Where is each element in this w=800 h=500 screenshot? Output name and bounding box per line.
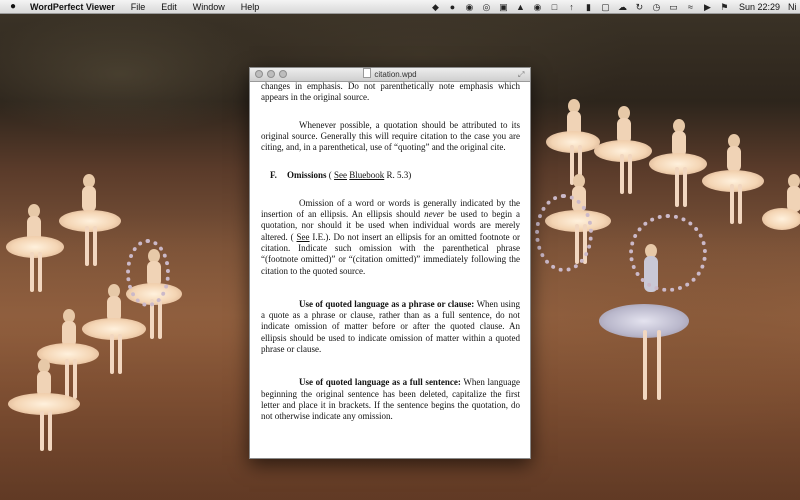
evernote-icon[interactable]: ◆	[429, 2, 442, 12]
p3-never: never	[424, 209, 445, 220]
chat-icon[interactable]: ▣	[497, 2, 510, 12]
section-heading-omissions: F. Omissions ( See Bluebook R. 5.3)	[261, 170, 520, 181]
heading-word: Omissions	[287, 170, 327, 181]
menu-user[interactable]: Ni	[788, 2, 800, 12]
volume-icon[interactable]: ▶	[701, 2, 714, 12]
message-icon[interactable]: ▢	[599, 2, 612, 12]
p4-bold: Use of quoted language as a phrase or cl…	[299, 298, 475, 309]
menu-help[interactable]: Help	[233, 2, 268, 12]
paragraph-phrase-clause: Use of quoted language as a phrase or cl…	[261, 299, 520, 355]
menu-bar: ● WordPerfect Viewer File Edit Window He…	[0, 0, 800, 14]
p5-bold: Use of quoted language as a full sentenc…	[299, 377, 461, 388]
paragraph-omission: Omission of a word or words is generally…	[261, 198, 520, 277]
screen-icon[interactable]: □	[548, 2, 561, 12]
cloud-icon[interactable]: ☁	[616, 2, 629, 12]
eye-icon[interactable]: ◉	[531, 2, 544, 12]
record-icon[interactable]: ◎	[480, 2, 493, 12]
battery-icon[interactable]: ▮	[582, 2, 595, 12]
window-title: citation.wpd	[250, 68, 530, 82]
clock-icon[interactable]: ◷	[650, 2, 663, 12]
p3-see: See	[296, 231, 310, 242]
wifi-icon[interactable]: ≈	[684, 2, 697, 12]
menu-clock[interactable]: Sun 22:29	[739, 2, 780, 12]
paragraph-full-sentence: Use of quoted language as a full sentenc…	[261, 377, 520, 422]
display-icon[interactable]: ▭	[667, 2, 680, 12]
upload-icon[interactable]: ↑	[565, 2, 578, 12]
fullscreen-icon[interactable]: ⤢	[518, 71, 526, 79]
document-icon	[363, 68, 372, 78]
menu-app-name[interactable]: WordPerfect Viewer	[22, 2, 123, 12]
paragraph-emphasis: changes in emphasis. Do not parenthetica…	[261, 82, 520, 103]
window-titlebar[interactable]: citation.wpd ⤢	[250, 68, 530, 82]
heading-see: See	[334, 170, 348, 181]
sync-icon[interactable]: ↻	[633, 2, 646, 12]
paragraph-attribution: Whenever possible, a quotation should be…	[261, 119, 520, 153]
menu-file[interactable]: File	[123, 2, 154, 12]
menu-window[interactable]: Window	[185, 2, 233, 12]
window-title-text: citation.wpd	[374, 70, 417, 79]
apple-logo-icon[interactable]: ●	[4, 1, 22, 12]
status-menus: ◆ ● ◉ ◎ ▣ ▲ ◉ □ ↑ ▮ ▢ ☁ ↻ ◷ ▭ ≈ ▶ ⚑ Sun …	[427, 0, 800, 14]
heading-letter: F.	[270, 170, 277, 181]
heading-open: (	[326, 170, 335, 181]
document-content: changes in emphasis. Do not parenthetica…	[250, 82, 530, 458]
heading-bluebook: Bluebook	[349, 170, 385, 181]
flag-icon[interactable]: ⚑	[718, 2, 731, 12]
font-icon[interactable]: ▲	[514, 2, 527, 12]
document-window: citation.wpd ⤢ changes in emphasis. Do n…	[249, 67, 531, 459]
globe-icon[interactable]: ◉	[463, 2, 476, 12]
menu-edit[interactable]: Edit	[153, 2, 185, 12]
droplet-icon[interactable]: ●	[446, 2, 459, 12]
heading-rest: R. 5.3)	[384, 170, 412, 181]
